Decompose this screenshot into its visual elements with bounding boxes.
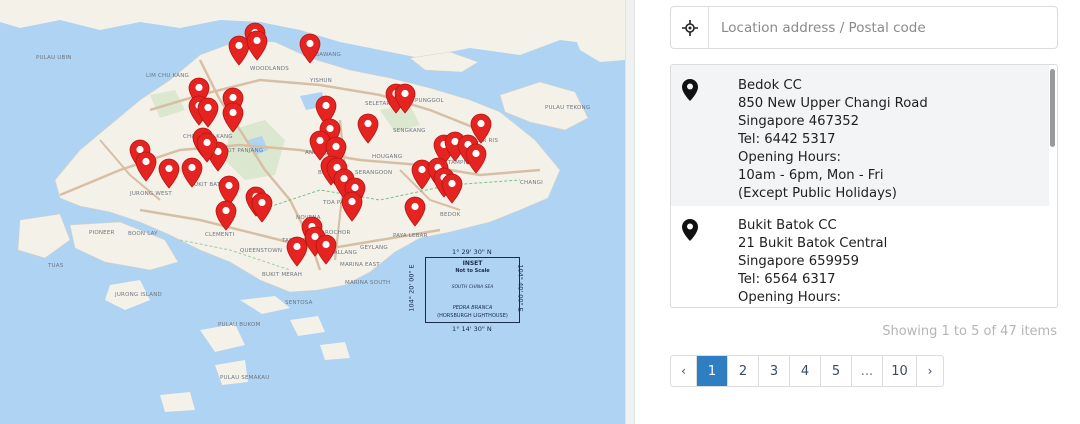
results-scrollbar[interactable] [1050, 67, 1055, 303]
map-label: PAYA LEBAR [393, 233, 428, 239]
map-label: PUNGGOL [415, 98, 444, 104]
map-marker-icon[interactable] [251, 192, 273, 223]
map-label: PULAU TEKONG [545, 105, 591, 111]
cc-hours-label: Opening Hours: [738, 150, 841, 165]
results-list[interactable]: Bedok CC 850 New Upper Changi Road Singa… [670, 64, 1058, 308]
map-panel[interactable]: PULAU UBIN SEMBAWANG WOODLANDS LIM CHU K… [0, 0, 625, 424]
inset-place-label: PEDRA BRANCA [452, 305, 493, 311]
map-label: HOUGANG [372, 154, 403, 160]
map-marker-icon[interactable] [404, 196, 426, 227]
map-marker-icon[interactable] [441, 173, 463, 204]
splitter-handle[interactable] [625, 0, 635, 424]
prev-page-button[interactable]: ‹ [671, 356, 697, 386]
inset-coord-right: 104° 40' 00" E [516, 264, 525, 312]
map-label: GEYLANG [360, 245, 388, 251]
scrollbar-thumb[interactable] [1050, 69, 1055, 147]
map-marker-icon[interactable] [246, 30, 268, 61]
map-marker-icon[interactable] [315, 234, 337, 265]
map-marker-icon[interactable] [215, 200, 237, 231]
cc-postal: Singapore 659959 [738, 254, 860, 269]
map-marker-icon[interactable] [357, 113, 379, 144]
map-pin-icon [682, 219, 698, 241]
map-label: SENGKANG [393, 128, 426, 134]
inset-place-sublabel: (HORSBURGH LIGHTHOUSE) [437, 313, 508, 319]
map-label: JURONG WEST [130, 191, 172, 197]
map-label: BUKIT MERAH [262, 272, 303, 278]
map-label: SERANGOON [355, 170, 393, 176]
next-page-button[interactable]: › [917, 356, 943, 386]
map-label: MARINA SOUTH [345, 280, 391, 286]
map-label: BOON LAY [128, 231, 158, 237]
list-item[interactable]: Bedok CC 850 New Upper Changi Road Singa… [671, 65, 1049, 206]
crosshair-locate-icon [681, 19, 698, 36]
list-item[interactable]: Bukit Batok CC 21 Bukit Batok Central Si… [671, 206, 1049, 307]
map-marker-icon[interactable] [196, 132, 218, 163]
inset-coord-top: 1° 29' 30" N [452, 248, 492, 256]
map-label: PULAU SEMAKAU [220, 375, 270, 381]
map-marker-icon[interactable] [222, 102, 244, 133]
map-marker-icon[interactable] [286, 236, 308, 267]
map-label: WOODLANDS [250, 66, 289, 72]
inset-title: INSET [462, 260, 483, 267]
inset-subtitle: Not to Scale [455, 268, 490, 274]
locate-me-button[interactable] [671, 7, 709, 48]
map-marker-icon[interactable] [394, 83, 416, 114]
inset-coord-left: 104° 20' 00" E [407, 264, 416, 312]
map-label: LIM CHU KANG [146, 73, 189, 79]
cc-hours-note: (Except Public Holidays) [738, 186, 897, 201]
page-button-10[interactable]: 10 [883, 356, 917, 386]
cc-hours-label: Opening Hours: [738, 290, 841, 305]
page-button-4[interactable]: 4 [790, 356, 821, 386]
map-label: PIONEER [89, 230, 115, 236]
map-marker-icon[interactable] [158, 158, 180, 189]
cc-phone: Tel: 6442 5317 [738, 132, 836, 147]
map-label: QUEENSTOWN [240, 248, 283, 254]
cc-phone: Tel: 6564 6317 [738, 272, 836, 287]
map-marker-icon[interactable] [197, 97, 219, 128]
page-button-2[interactable]: 2 [728, 356, 759, 386]
inset-coord-bottom: 1° 14' 30" N [452, 325, 492, 333]
results-panel: Bedok CC 850 New Upper Changi Road Singa… [635, 0, 1080, 424]
map-marker-icon[interactable] [135, 151, 157, 182]
page-button-3[interactable]: 3 [759, 356, 790, 386]
page-button-5[interactable]: 5 [821, 356, 852, 386]
map-marker-icon[interactable] [465, 143, 487, 174]
map-label: CLEMENTI [205, 232, 235, 238]
cc-address: 850 New Upper Changi Road [738, 96, 928, 111]
cc-name: Bedok CC [738, 78, 802, 93]
map-label: TUAS [48, 263, 64, 269]
cc-address: 21 Bukit Batok Central [738, 236, 888, 251]
cc-name: Bukit Batok CC [738, 218, 837, 233]
map-label: PULAU UBIN [36, 55, 72, 61]
search-box [670, 6, 1058, 49]
map-label: BEDOK [440, 212, 461, 218]
map-label: YISHUN [310, 78, 332, 84]
pagination: ‹ 1 2 3 4 5 ... 10 › [670, 355, 944, 387]
map-label: JURONG ISLAND [115, 292, 162, 298]
page-button-1[interactable]: 1 [697, 356, 728, 386]
map-label: SENTOSA [285, 300, 313, 306]
page-ellipsis: ... [852, 356, 883, 386]
results-summary: Showing 1 to 5 of 47 items [882, 324, 1057, 339]
map-label: PULAU BUKOM [218, 322, 261, 328]
map-label: CHANGI [520, 180, 543, 186]
map-label: MARINA EAST [340, 262, 380, 268]
inset-sea-label: SOUTH CHINA SEA [451, 285, 494, 290]
cc-hours: 10am - 6pm, Mon - Fri [738, 168, 884, 183]
map-marker-icon[interactable] [341, 191, 363, 222]
map-marker-icon[interactable] [299, 33, 321, 64]
map-inset: INSET Not to Scale SOUTH CHINA SEA PEDRA… [425, 257, 520, 323]
cc-postal: Singapore 467352 [738, 114, 860, 129]
search-input[interactable] [709, 7, 1057, 48]
map-pin-icon [682, 79, 698, 101]
